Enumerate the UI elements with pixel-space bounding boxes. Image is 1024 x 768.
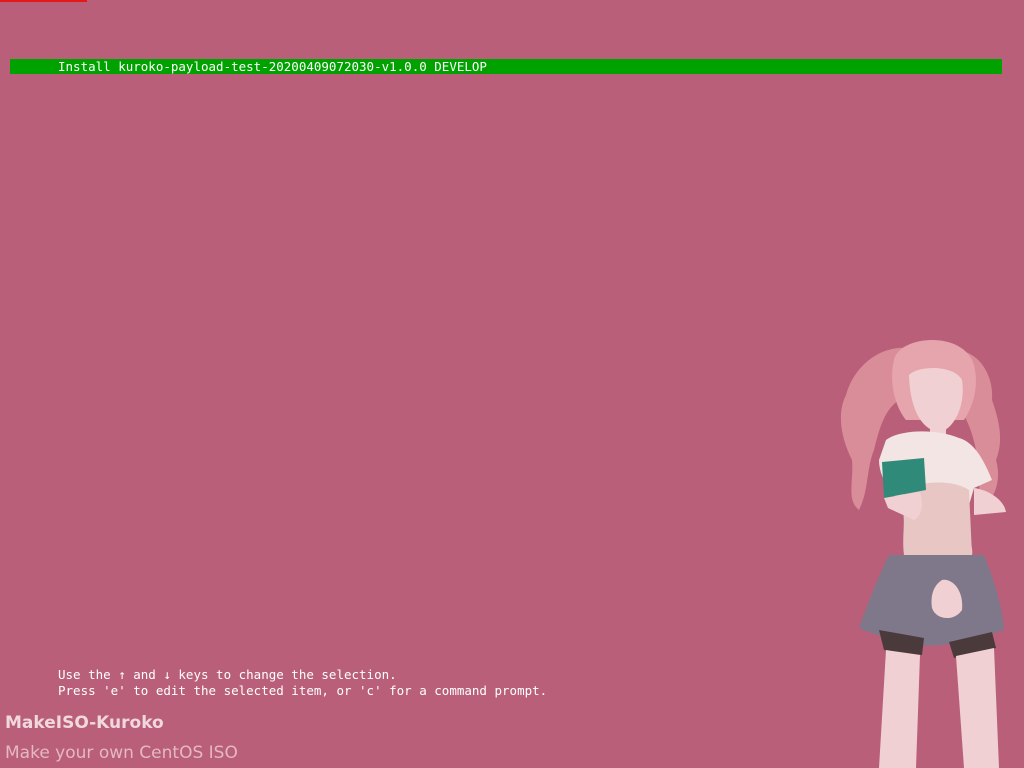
help-line-edit: Press 'e' to edit the selected item, or … (58, 683, 548, 698)
boot-menu: Install kuroko-payload-test-202004090720… (10, 59, 1002, 74)
help-text: Use the ↑ and ↓ keys to change the selec… (58, 667, 547, 699)
boot-entry-install[interactable]: Install kuroko-payload-test-202004090720… (10, 59, 1002, 74)
brand-title: MakeISO-Kuroko (5, 713, 164, 733)
anime-girl-illustration (840, 340, 1006, 768)
top-progress-bar (0, 0, 87, 2)
help-line-navigation: Use the ↑ and ↓ keys to change the selec… (58, 667, 397, 682)
brand-subtitle: Make your own CentOS ISO (5, 743, 238, 763)
